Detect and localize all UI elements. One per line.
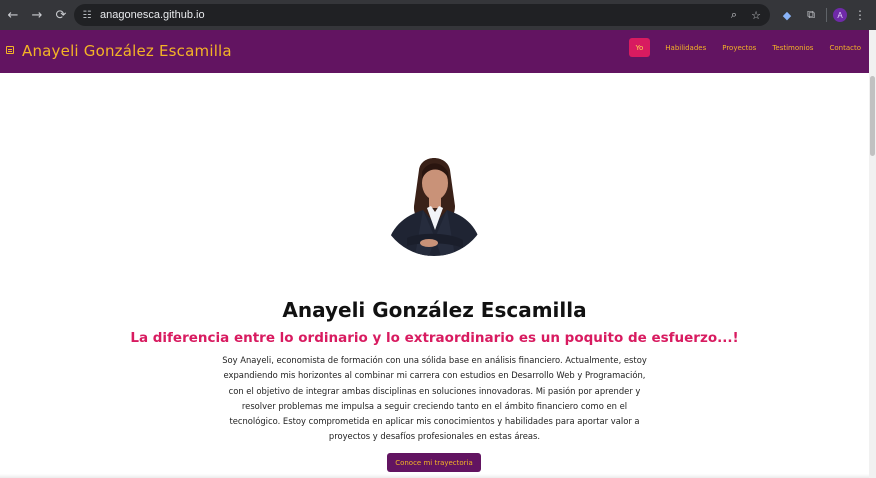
back-icon[interactable]: ←	[1, 3, 25, 27]
puzzle-icon[interactable]: ⧉	[802, 6, 820, 24]
hero-tagline: La diferencia entre lo ordinario y lo ex…	[130, 330, 739, 346]
nav-item-testimonios[interactable]: Testimonios	[764, 38, 821, 57]
nav-menu: Yo Habilidades Proyectos Testimonios Con…	[628, 38, 869, 57]
trajectory-button[interactable]: Conoce mi trayectoria	[387, 453, 481, 472]
nav-item-habilidades[interactable]: Habilidades	[657, 38, 714, 57]
toolbar-divider	[826, 8, 827, 22]
kebab-icon[interactable]: ⋮	[853, 8, 867, 22]
site-info-icon[interactable]: ☷	[79, 7, 95, 23]
profile-photo	[379, 146, 489, 256]
hero-bio: Soy Anayeli, economista de formación con…	[222, 355, 647, 442]
nav-item-proyectos[interactable]: Proyectos	[714, 38, 764, 57]
webpage: Anayeli González Escamilla Yo Habilidade…	[0, 30, 869, 478]
star-icon[interactable]: ☆	[748, 7, 764, 23]
hamburger-icon[interactable]	[6, 46, 14, 54]
forward-icon[interactable]: →	[25, 3, 49, 27]
zoom-icon[interactable]: ⌕	[726, 7, 742, 23]
browser-toolbar: ← → ⟳ ☷ anagonesca.github.io ⌕ ☆ ◆ ⧉ A ⋮	[0, 0, 876, 30]
url-text[interactable]: anagonesca.github.io	[100, 9, 205, 21]
nav-item-contacto[interactable]: Contacto	[821, 38, 869, 57]
nav-item-yo[interactable]: Yo	[628, 38, 651, 57]
extension-icon[interactable]: ◆	[778, 6, 796, 24]
scrollbar-thumb[interactable]	[870, 76, 875, 156]
reload-icon[interactable]: ⟳	[49, 3, 73, 27]
profile-avatar[interactable]: A	[833, 8, 847, 22]
site-brand[interactable]: Anayeli González Escamilla	[22, 42, 232, 60]
page-scrollbar[interactable]	[869, 30, 876, 478]
page-fade	[0, 474, 869, 478]
hero-name: Anayeli González Escamilla	[282, 298, 587, 322]
site-navbar: Anayeli González Escamilla Yo Habilidade…	[0, 30, 869, 73]
address-bar[interactable]: ☷ anagonesca.github.io ⌕ ☆	[74, 4, 770, 26]
